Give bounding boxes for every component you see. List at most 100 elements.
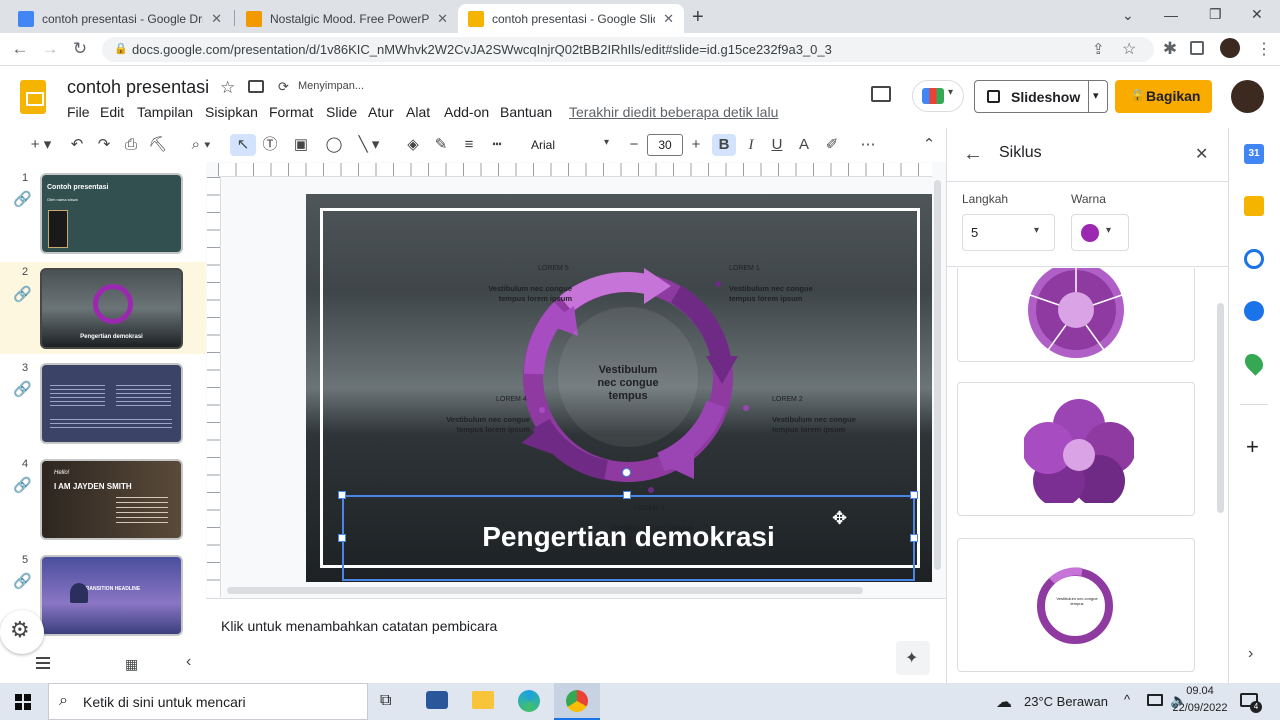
menu-edit[interactable]: Edit: [100, 104, 124, 120]
image-icon[interactable]: ▣: [286, 134, 316, 156]
slide-canvas[interactable]: Vestibulum nec congue tempus LOREM 5 Ves…: [306, 194, 932, 582]
list-view-icon[interactable]: [36, 657, 50, 669]
menu-addons[interactable]: Add-on: [444, 104, 489, 120]
select-icon[interactable]: ↖: [230, 134, 256, 156]
resize-handle[interactable]: [338, 491, 346, 499]
text-box-icon[interactable]: Ⓣ: [259, 134, 281, 156]
weather-icon[interactable]: ☁: [996, 692, 1012, 712]
font-size-input[interactable]: 30: [647, 134, 683, 156]
menu-view[interactable]: Tampilan: [137, 104, 193, 120]
font-select[interactable]: Arial ▾: [520, 134, 616, 156]
line-icon[interactable]: ╲ ▾: [352, 134, 386, 156]
lorem-5-label[interactable]: LOREM 5: [538, 265, 569, 272]
notes-placeholder[interactable]: Klik untuk menambahkan catatan pembicara: [221, 618, 497, 634]
share-button[interactable]: 🔒 Bagikan: [1115, 80, 1212, 113]
clock-time[interactable]: 09.04: [1170, 685, 1230, 697]
slide-thumbnail-2[interactable]: Pengertian demokrasi: [40, 268, 183, 349]
close-tab-icon[interactable]: ✕: [437, 11, 448, 27]
close-panel-icon[interactable]: ✕: [1195, 144, 1208, 164]
url-bar[interactable]: 🔒 docs.google.com/presentation/d/1v86KIC…: [102, 37, 1154, 62]
slideshow-button[interactable]: Slideshow: [1011, 89, 1080, 105]
move-folder-icon[interactable]: [248, 80, 264, 93]
add-ons-icon[interactable]: +: [1246, 434, 1259, 460]
horizontal-scrollbar[interactable]: [227, 587, 863, 594]
bold-button[interactable]: B: [712, 134, 736, 156]
back-arrow-icon[interactable]: ←: [963, 143, 983, 166]
taskbar-search-box[interactable]: ⌕ Ketik di sini untuk mencari: [48, 683, 368, 720]
maximize-button[interactable]: ❐: [1209, 6, 1222, 23]
taskbar-chrome-active[interactable]: [554, 683, 600, 720]
close-tab-icon[interactable]: ✕: [663, 11, 674, 27]
menu-slide[interactable]: Slide: [326, 104, 357, 120]
contacts-icon[interactable]: [1244, 301, 1264, 321]
account-avatar[interactable]: [1231, 80, 1264, 113]
comments-icon[interactable]: [871, 86, 891, 102]
new-slide-button[interactable]: + ▾: [24, 134, 58, 156]
reload-icon[interactable]: ↻: [68, 38, 92, 60]
slide-title[interactable]: Pengertian demokrasi: [344, 521, 913, 553]
menu-help[interactable]: Bantuan: [500, 104, 552, 120]
document-title[interactable]: contoh presentasi: [67, 77, 209, 98]
side-panel-icon[interactable]: [1190, 41, 1204, 55]
horizontal-ruler[interactable]: [218, 163, 932, 177]
border-color-icon[interactable]: ✎: [430, 134, 452, 156]
star-icon[interactable]: ☆: [220, 78, 235, 98]
tasks-icon[interactable]: [1244, 249, 1264, 269]
vertical-ruler[interactable]: [207, 177, 221, 597]
collapse-filmstrip-icon[interactable]: ‹: [186, 653, 191, 671]
slide-thumbnail-5[interactable]: TRANSITION HEADLINE: [40, 555, 183, 636]
network-icon[interactable]: [1147, 694, 1163, 706]
cycle-center-text[interactable]: Vestibulum nec congue tempus: [588, 364, 668, 403]
resize-handle[interactable]: [910, 534, 918, 542]
menu-arrange[interactable]: Atur: [368, 104, 394, 120]
tray-chevron-icon[interactable]: ^: [1124, 692, 1130, 707]
diagram-option-2[interactable]: [957, 382, 1195, 516]
panel-scrollbar[interactable]: [1217, 303, 1224, 513]
title-text-box-selection[interactable]: Pengertian demokrasi: [342, 495, 915, 581]
lock-icon[interactable]: 🔒: [114, 42, 128, 55]
slideshow-options-icon[interactable]: ▾: [1093, 89, 1099, 102]
zoom-button[interactable]: ⌕ ▾: [181, 134, 221, 156]
menu-insert[interactable]: Sisipkan: [205, 104, 258, 120]
shape-icon[interactable]: ◯: [322, 134, 346, 156]
keep-icon[interactable]: [1244, 196, 1264, 216]
camera-app-icon[interactable]: [426, 691, 448, 709]
paint-format-icon[interactable]: ⛏: [147, 134, 169, 156]
file-explorer-icon[interactable]: [472, 691, 494, 709]
lorem-1-label[interactable]: LOREM 1: [729, 265, 760, 272]
profile-avatar[interactable]: [1220, 38, 1240, 58]
fill-color-icon[interactable]: ◈: [402, 134, 424, 156]
collapse-menu-icon[interactable]: ⌃: [918, 134, 940, 156]
expand-rail-icon[interactable]: ›: [1248, 645, 1253, 663]
border-weight-icon[interactable]: ≡: [458, 134, 480, 156]
underline-button[interactable]: U: [766, 134, 788, 156]
tab-google-slides[interactable]: contoh presentasi - Google Slide ✕: [458, 4, 684, 33]
highlight-icon[interactable]: ✐: [821, 134, 843, 156]
meet-button[interactable]: ▾: [912, 80, 964, 112]
lorem-2-label[interactable]: LOREM 2: [772, 396, 803, 403]
clock-date[interactable]: 22/09/2022: [1165, 702, 1235, 714]
lorem-2-text[interactable]: Vestibulum nec congue tempus lorem ipsum: [772, 415, 862, 435]
last-edit-link[interactable]: Terakhir diedit beberapa detik lalu: [569, 104, 778, 120]
forward-icon[interactable]: →: [38, 38, 62, 60]
slides-logo-icon[interactable]: [20, 80, 46, 114]
windows-start-icon[interactable]: [15, 694, 31, 710]
tab-google-drive[interactable]: contoh presentasi - Google Drive ✕: [8, 4, 232, 33]
minimize-button[interactable]: —: [1164, 7, 1178, 23]
url-text[interactable]: docs.google.com/presentation/d/1v86KIC_n…: [132, 42, 832, 57]
menu-file[interactable]: File: [67, 104, 90, 120]
text-color-icon[interactable]: A: [793, 134, 815, 156]
resize-handle[interactable]: [338, 534, 346, 542]
print-icon[interactable]: ⎙: [120, 134, 142, 156]
italic-button[interactable]: I: [740, 134, 762, 156]
redo-icon[interactable]: ↷: [93, 134, 115, 156]
lorem-4-label[interactable]: LOREM 4: [496, 396, 527, 403]
resize-handle[interactable]: [910, 491, 918, 499]
increase-font-size-button[interactable]: +: [685, 134, 707, 156]
calendar-icon[interactable]: 31: [1244, 144, 1264, 164]
edge-icon[interactable]: [518, 690, 540, 712]
browser-menu-icon[interactable]: ⋮: [1256, 39, 1272, 59]
lorem-1-text[interactable]: Vestibulum nec congue tempus lorem ipsum: [729, 284, 819, 304]
close-window-button[interactable]: ✕: [1251, 6, 1263, 23]
bookmark-star-icon[interactable]: ☆: [1122, 39, 1136, 59]
